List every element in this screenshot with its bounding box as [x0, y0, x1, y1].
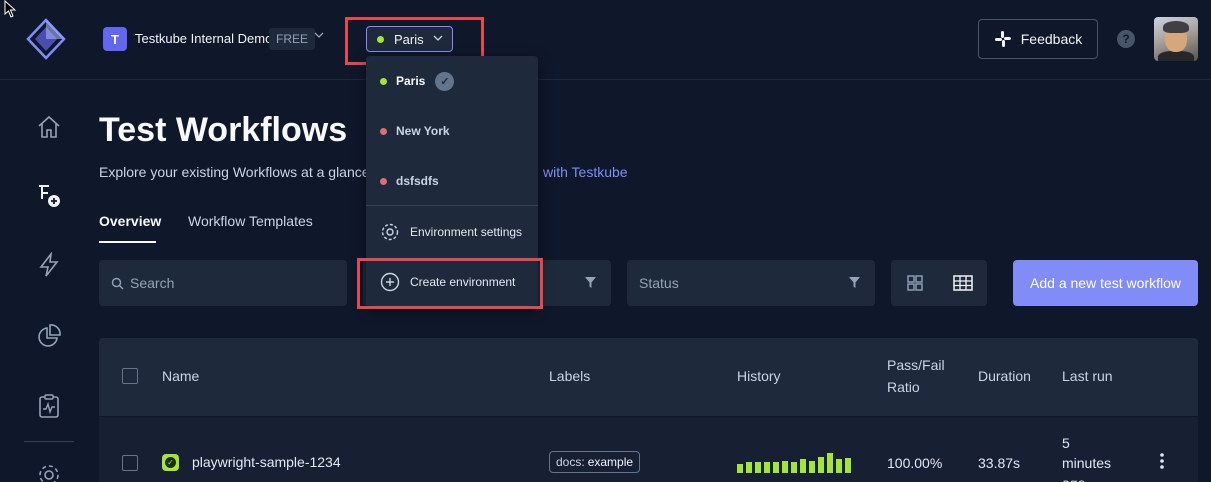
avatar-shirt	[1158, 51, 1194, 61]
last-run-line-1: 5	[1062, 435, 1070, 451]
search-placeholder: Search	[130, 275, 175, 291]
table-row[interactable]: ✓ playwright-sample-1234 docs: example 1…	[99, 416, 1198, 482]
execution-history-bars[interactable]	[737, 453, 855, 473]
label-key: docs:	[556, 455, 585, 469]
subtitle-text: Explore your existing Workflows at a gla…	[99, 164, 370, 180]
test-workflows-icon[interactable]	[36, 182, 62, 208]
duration-value: 33.87s	[978, 455, 1021, 471]
sidebar-divider	[24, 441, 74, 442]
history-bar[interactable]	[845, 458, 851, 473]
top-bar: T Testkube Internal Demo FREE Paris Feed…	[0, 0, 1211, 80]
history-bar[interactable]	[737, 464, 743, 473]
add-test-workflow-button[interactable]: Add a new test workflow	[1013, 260, 1198, 306]
check-icon: ✓	[165, 457, 176, 468]
status-placeholder: Status	[639, 275, 679, 291]
sidebar	[0, 80, 98, 482]
search-icon	[111, 277, 124, 289]
highlight-box-create-environment	[357, 258, 543, 309]
environment-name: dsfsdfs	[396, 174, 439, 188]
history-bar[interactable]	[755, 462, 761, 473]
history-bar[interactable]	[791, 462, 797, 473]
select-all-checkbox[interactable]	[122, 368, 138, 384]
tab-overview[interactable]: Overview	[99, 213, 161, 229]
avatar-hair	[1163, 21, 1189, 33]
label-chip: docs: example	[549, 451, 641, 473]
workflow-name[interactable]: playwright-sample-1234	[192, 454, 341, 470]
history-bar[interactable]	[773, 462, 779, 473]
pie-chart-icon[interactable]	[36, 323, 62, 349]
environment-settings-item[interactable]: Environment settings	[366, 207, 538, 257]
lightning-icon[interactable]	[36, 252, 62, 278]
workflows-table: Name Labels History Pass/Fail Ratio Dura…	[99, 338, 1198, 482]
grid-view-icon[interactable]	[905, 273, 925, 293]
subtitle-link[interactable]: with Testkube	[543, 164, 628, 180]
env-status-dot	[380, 77, 387, 85]
column-header-labels: Labels	[549, 368, 591, 384]
row-checkbox[interactable]	[122, 455, 138, 471]
filter-icon	[585, 277, 596, 288]
status-filter[interactable]: Status	[627, 260, 875, 306]
column-header-duration[interactable]: Duration	[978, 368, 1031, 384]
history-bar[interactable]	[818, 457, 824, 473]
column-header-name[interactable]: Name	[162, 368, 199, 384]
row-menu-icon[interactable]	[1160, 453, 1164, 469]
org-name[interactable]: Testkube Internal Demo	[135, 31, 272, 46]
help-icon[interactable]: ?	[1117, 30, 1135, 48]
history-bar[interactable]	[836, 459, 842, 473]
history-bar[interactable]	[800, 459, 806, 473]
column-header-ratio[interactable]: Ratio	[887, 379, 920, 395]
environment-option-paris[interactable]: Paris ✓	[366, 56, 538, 106]
pass-fail-ratio: 100.00%	[887, 455, 943, 471]
column-header-pass-fail[interactable]: Pass/Fail	[887, 357, 945, 373]
plan-badge: FREE	[269, 28, 316, 50]
tab-workflow-templates[interactable]: Workflow Templates	[188, 213, 313, 229]
env-status-dot	[380, 177, 387, 185]
column-header-history: History	[737, 368, 781, 384]
status-passed-icon: ✓	[162, 454, 179, 471]
feedback-label: Feedback	[1020, 31, 1083, 47]
column-header-last-run[interactable]: Last run	[1062, 368, 1113, 384]
search-input[interactable]: Search	[99, 260, 347, 306]
table-view-icon[interactable]	[953, 273, 973, 293]
history-bar[interactable]	[764, 462, 770, 473]
clipboard-pulse-icon[interactable]	[36, 393, 62, 419]
last-run-line-3: ago	[1062, 475, 1085, 482]
last-run-line-2: minutes	[1062, 455, 1112, 471]
testkube-logo-icon[interactable]	[26, 18, 66, 60]
org-chevron-down-icon[interactable]	[314, 30, 324, 43]
dropdown-divider	[366, 205, 538, 206]
environment-name: New York	[396, 124, 450, 138]
user-avatar[interactable]	[1154, 17, 1198, 61]
view-toggle	[891, 260, 987, 306]
mouse-cursor-icon	[4, 0, 17, 18]
page-subtitle: Explore your existing Workflows at a gla…	[99, 164, 628, 180]
page-title: Test Workflows	[99, 111, 348, 149]
history-bar[interactable]	[827, 453, 833, 473]
feedback-button[interactable]: Feedback	[978, 19, 1098, 59]
gear-icon[interactable]	[36, 462, 62, 482]
history-bar[interactable]	[809, 461, 815, 473]
org-avatar[interactable]: T	[103, 27, 127, 51]
label-value: example	[587, 455, 634, 469]
history-bar[interactable]	[782, 461, 788, 473]
environment-name: Paris	[396, 74, 426, 88]
slack-icon	[994, 31, 1011, 47]
environment-option-new-york[interactable]: New York	[366, 106, 538, 156]
gear-icon	[381, 223, 399, 241]
history-bar[interactable]	[746, 462, 752, 473]
env-status-dot	[380, 127, 387, 135]
environment-option-dsfsdfs[interactable]: dsfsdfs	[366, 156, 538, 206]
environment-settings-label: Environment settings	[410, 225, 523, 239]
filter-icon	[849, 277, 860, 288]
table-header: Name Labels History Pass/Fail Ratio Dura…	[99, 338, 1198, 416]
home-icon[interactable]	[36, 114, 62, 140]
active-tab-indicator	[99, 241, 156, 243]
selected-check-icon: ✓	[435, 71, 455, 91]
